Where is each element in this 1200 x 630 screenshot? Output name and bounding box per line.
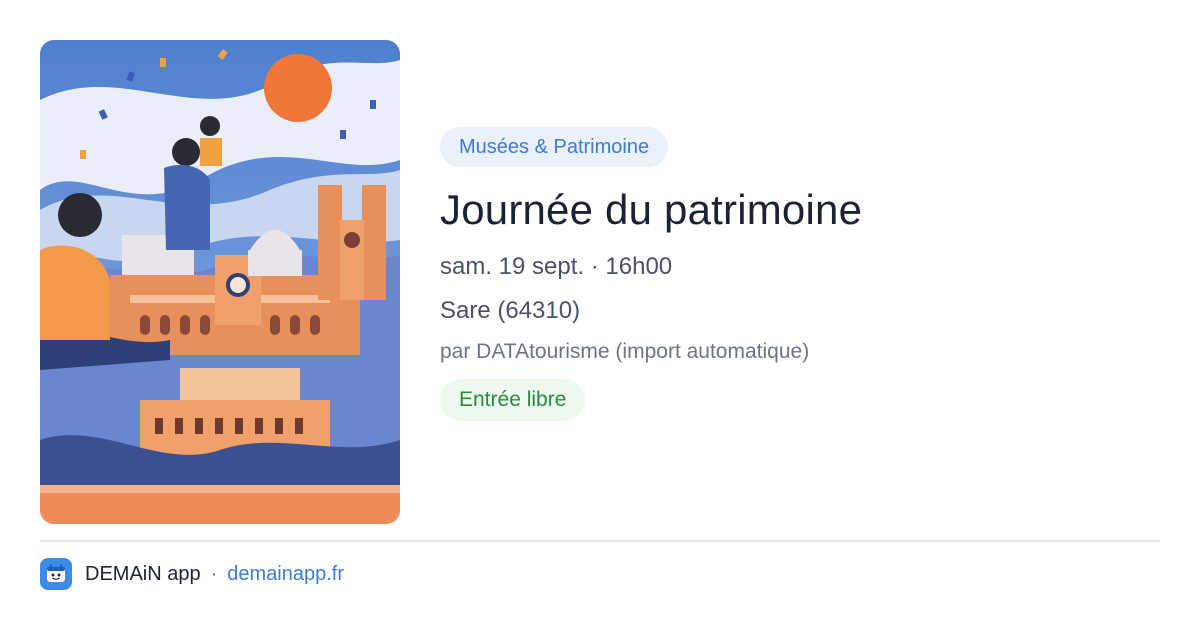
event-title[interactable]: Journée du patrimoine — [440, 183, 1160, 237]
event-organizer: par DATAtourisme (import automatique) — [440, 340, 810, 363]
demain-app-icon — [40, 558, 72, 590]
footer-separator: · — [210, 562, 218, 585]
footer: DEMAiN app · demainapp.fr — [40, 558, 344, 590]
domain-link[interactable]: demainapp.fr — [227, 563, 344, 586]
event-location: Sare (64310) — [440, 297, 581, 324]
footer-divider — [40, 540, 1160, 542]
heritage-illustration-icon — [40, 40, 400, 524]
category-badge[interactable]: Musées & Patrimoine — [440, 127, 669, 167]
app-name: DEMAiN app — [85, 562, 201, 585]
event-image[interactable] — [40, 40, 400, 524]
event-details: Musées & Patrimoine Journée du patrimoin… — [440, 127, 1160, 421]
event-datetime: sam. 19 sept. · 16h00 — [440, 253, 673, 280]
price-badge: Entrée libre — [440, 379, 586, 421]
